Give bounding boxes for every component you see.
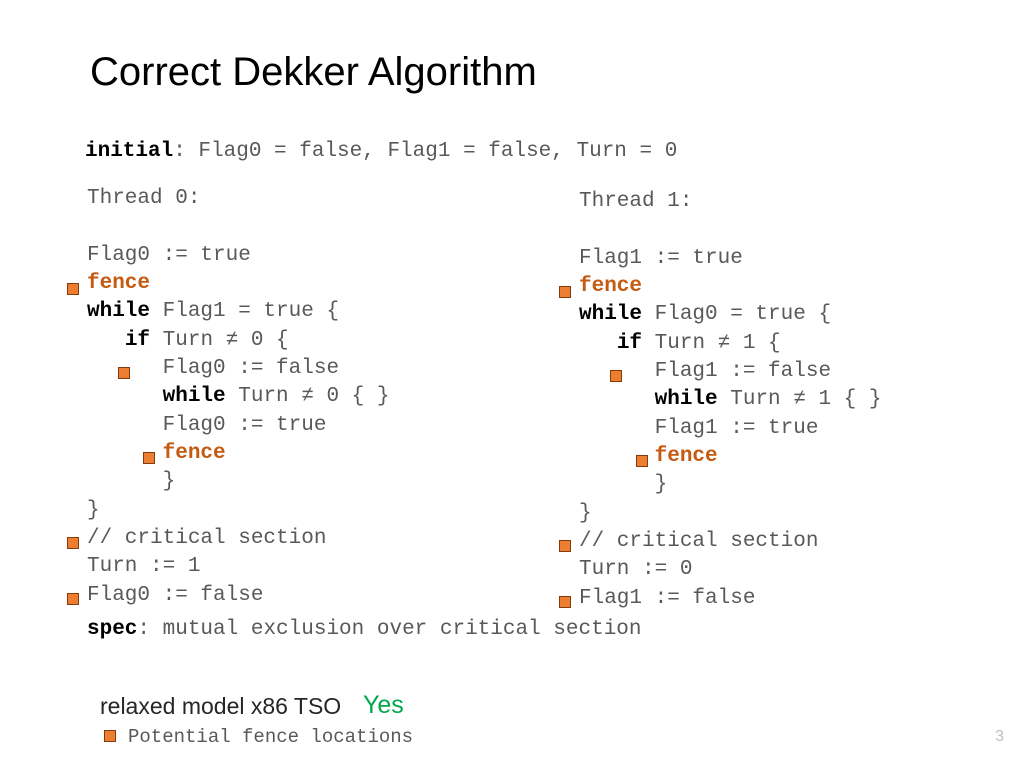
fence-marker-icon xyxy=(636,455,648,467)
t1-l13: Flag1 := false xyxy=(579,585,881,613)
t1-fence-1: fence xyxy=(579,275,642,298)
t1-l11: // critical section xyxy=(579,528,881,556)
t0-if: if xyxy=(125,329,150,352)
fence-marker-icon xyxy=(559,540,571,552)
t1-l1: Flag1 := true xyxy=(579,245,881,273)
fence-marker-icon xyxy=(67,283,79,295)
t0-l12: Turn := 1 xyxy=(87,553,389,581)
t1-l3b: Flag0 = true { xyxy=(642,303,831,326)
t1-l10: } xyxy=(579,500,881,528)
slide-title: Correct Dekker Algorithm xyxy=(90,50,537,95)
t0-l4b: Turn ≠ 0 { xyxy=(150,329,289,352)
t0-l13: Flag0 := false xyxy=(87,582,389,610)
spec-line: spec: mutual exclusion over critical sec… xyxy=(87,618,642,641)
thread-1-block: Thread 1: Flag1 := true fence while Flag… xyxy=(579,188,881,613)
t0-while-2: while xyxy=(163,385,226,408)
initial-rest: : Flag0 = false, Flag1 = false, Turn = 0 xyxy=(173,140,677,163)
t1-if: if xyxy=(617,332,642,355)
t0-l5: Flag0 := false xyxy=(163,357,339,380)
fence-marker-icon xyxy=(559,596,571,608)
t0-l1: Flag0 := true xyxy=(87,242,389,270)
fence-marker-icon xyxy=(143,452,155,464)
t1-l4b: Turn ≠ 1 { xyxy=(642,332,781,355)
initial-line: initial: Flag0 = false, Flag1 = false, T… xyxy=(85,140,677,163)
legend-label: Potential fence locations xyxy=(128,726,413,748)
fence-marker-icon xyxy=(67,593,79,605)
page-number: 3 xyxy=(995,728,1004,746)
yes-label: Yes xyxy=(363,691,404,720)
t1-l6b: Turn ≠ 1 { } xyxy=(718,388,882,411)
t1-l5: Flag1 := false xyxy=(655,360,831,383)
thread-0-block: Thread 0: Flag0 := true fence while Flag… xyxy=(87,185,389,610)
t0-l7: Flag0 := true xyxy=(163,414,327,437)
spec-rest: : mutual exclusion over critical section xyxy=(137,618,641,641)
relaxed-model-label: relaxed model x86 TSO xyxy=(100,693,341,720)
fence-marker-icon xyxy=(104,730,116,742)
thread-0-header: Thread 0: xyxy=(87,185,389,213)
t1-while-1: while xyxy=(579,303,642,326)
t0-l10: } xyxy=(87,497,389,525)
fence-marker-icon xyxy=(118,367,130,379)
t0-fence-1: fence xyxy=(87,272,150,295)
t1-l9: } xyxy=(655,473,668,496)
t0-l6b: Turn ≠ 0 { } xyxy=(226,385,390,408)
t0-while-1: while xyxy=(87,300,150,323)
t0-l3b: Flag1 = true { xyxy=(150,300,339,323)
t1-while-2: while xyxy=(655,388,718,411)
fence-marker-icon xyxy=(559,286,571,298)
t0-fence-2: fence xyxy=(163,442,226,465)
t0-l11: // critical section xyxy=(87,525,389,553)
thread-1-header: Thread 1: xyxy=(579,188,881,216)
t1-l7: Flag1 := true xyxy=(655,417,819,440)
t1-fence-2: fence xyxy=(655,445,718,468)
spec-keyword: spec xyxy=(87,618,137,641)
t0-l9: } xyxy=(163,470,176,493)
initial-keyword: initial xyxy=(85,140,173,163)
t1-l12: Turn := 0 xyxy=(579,556,881,584)
slide: Correct Dekker Algorithm initial: Flag0 … xyxy=(0,0,1024,768)
fence-marker-icon xyxy=(67,537,79,549)
fence-marker-icon xyxy=(610,370,622,382)
